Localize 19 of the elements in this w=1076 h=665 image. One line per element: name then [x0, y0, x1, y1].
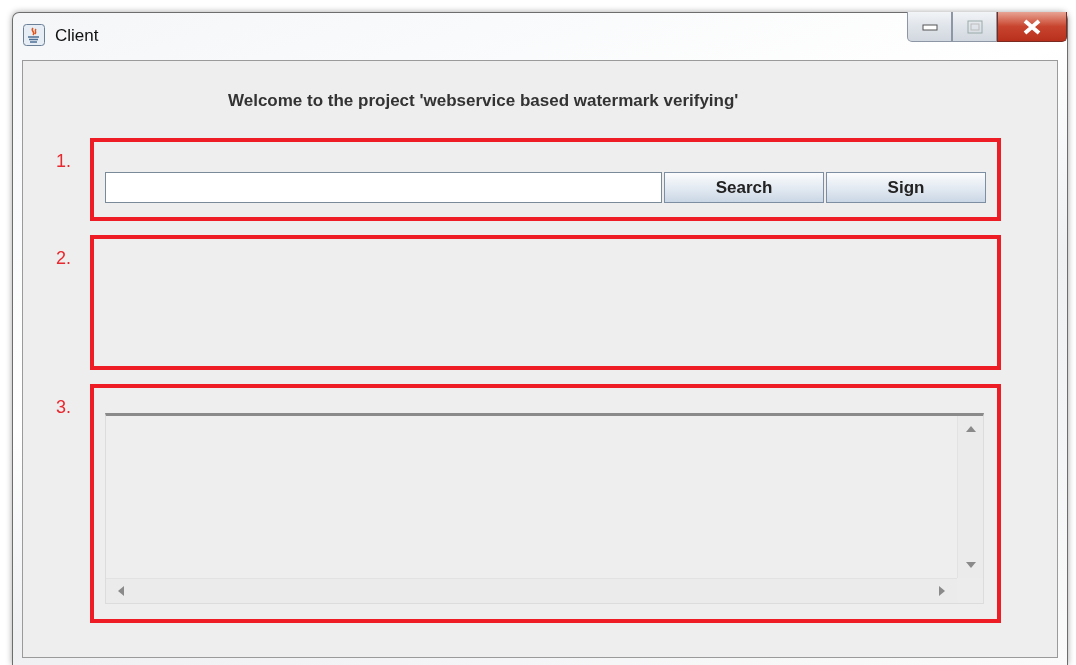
section-number: 1. [56, 151, 71, 171]
section-number: 2. [56, 248, 71, 268]
welcome-heading: Welcome to the project 'webservice based watermark verifying' [227, 91, 740, 112]
coffee-cup-icon [23, 24, 45, 46]
window-title: Client [55, 26, 100, 46]
maximize-icon[interactable] [966, 19, 983, 34]
close-icon[interactable] [1022, 18, 1042, 35]
scroll-down-arrow-icon[interactable] [965, 560, 976, 570]
scroll-up-arrow-icon[interactable] [965, 424, 976, 434]
search-field[interactable] [105, 172, 662, 203]
minimize-button[interactable] [907, 12, 952, 42]
section-number: 3. [56, 397, 71, 417]
scroll-right-arrow-icon[interactable] [937, 586, 947, 596]
minimize-icon[interactable] [921, 22, 938, 31]
close-button[interactable] [997, 12, 1067, 42]
maximize-button[interactable] [952, 12, 997, 42]
action-button[interactable]: Search [664, 172, 824, 203]
action-button[interactable]: Sign [826, 172, 986, 203]
scroll-left-arrow-icon[interactable] [116, 586, 126, 596]
